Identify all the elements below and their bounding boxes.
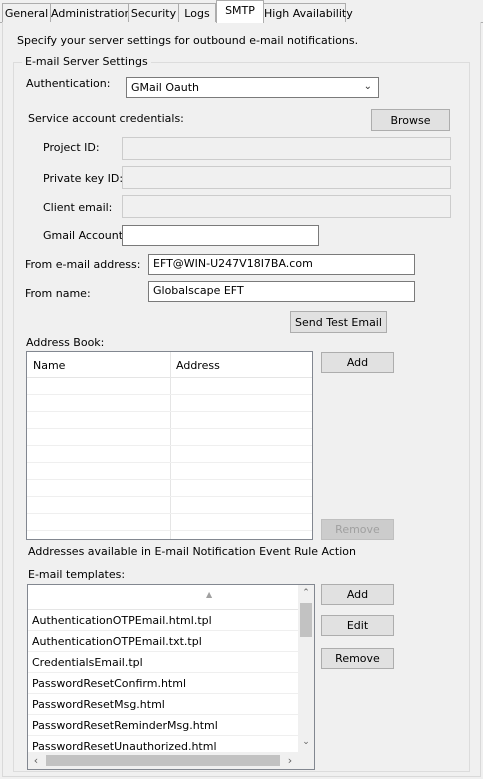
horizontal-scroll-thumb[interactable] — [46, 755, 280, 766]
grid-row-line — [27, 428, 312, 429]
tab-security[interactable]: Security — [128, 3, 179, 23]
from-email-label: From e-mail address: — [25, 258, 141, 271]
tab-label: High Availability — [264, 7, 353, 20]
address-book-note: Addresses available in E-mail Notificati… — [28, 545, 356, 558]
address-book-label: Address Book: — [26, 336, 105, 349]
authentication-label: Authentication: — [26, 77, 111, 90]
scroll-right-arrow-icon[interactable]: › — [284, 754, 296, 767]
email-templates-list[interactable]: ▲ AuthenticationOTPEmail.html.tpl Authen… — [27, 584, 315, 770]
horizontal-scrollbar[interactable]: ‹ › — [28, 752, 314, 769]
client-email-label: Client email: — [43, 201, 113, 214]
list-item[interactable]: PasswordResetConfirm.html — [28, 673, 300, 694]
template-remove-button[interactable]: Remove — [321, 648, 394, 669]
from-name-input[interactable]: Globalscape EFT — [148, 281, 415, 302]
tab-label: General — [4, 7, 49, 20]
from-name-label: From name: — [25, 287, 91, 300]
grid-row-line — [27, 462, 312, 463]
column-header-address[interactable]: Address — [176, 359, 220, 372]
address-add-button[interactable]: Add — [321, 352, 394, 373]
send-test-email-button[interactable]: Send Test Email — [290, 311, 387, 333]
address-remove-button[interactable]: Remove — [321, 519, 394, 540]
list-item[interactable]: CredentialsEmail.tpl — [28, 652, 300, 673]
group-title: E-mail Server Settings — [22, 55, 151, 68]
template-edit-button[interactable]: Edit — [321, 615, 394, 636]
private-key-id-input[interactable] — [122, 166, 451, 189]
tab-strip: General Administration Security Logs SMT… — [0, 0, 483, 23]
scroll-up-arrow-icon[interactable]: ⌃ — [298, 588, 314, 598]
list-item[interactable]: PasswordResetMsg.html — [28, 694, 300, 715]
grid-row-line — [27, 394, 312, 395]
column-header-name[interactable]: Name — [33, 359, 65, 372]
tab-logs[interactable]: Logs — [178, 3, 216, 23]
address-book-grid[interactable]: Name Address — [26, 351, 313, 540]
tab-high-availability[interactable]: High Availability — [263, 3, 353, 23]
project-id-label: Project ID: — [43, 141, 100, 154]
scroll-down-arrow-icon[interactable]: ⌄ — [298, 737, 314, 747]
gmail-account-label: Gmail Account: — [43, 229, 127, 242]
vertical-scrollbar[interactable]: ⌃ ⌄ — [298, 585, 314, 752]
authentication-value: GMail Oauth — [131, 81, 200, 94]
tab-label: Logs — [184, 7, 210, 20]
list-item[interactable]: PasswordResetReminderMsg.html — [28, 715, 300, 736]
sort-arrow-icon: ▲ — [206, 590, 213, 599]
tab-label: SMTP — [225, 4, 255, 17]
tab-administration[interactable]: Administration — [50, 3, 132, 23]
email-templates-label: E-mail templates: — [28, 568, 126, 581]
tab-label: Security — [130, 7, 177, 20]
list-header[interactable]: ▲ — [28, 585, 300, 610]
description-text: Specify your server settings for outboun… — [17, 34, 359, 47]
from-email-input[interactable]: EFT@WIN-U247V18I7BA.com — [148, 254, 415, 275]
chevron-down-icon: ⌄ — [363, 81, 372, 92]
gmail-account-input[interactable] — [122, 225, 319, 246]
list-item[interactable]: AuthenticationOTPEmail.txt.tpl — [28, 631, 300, 652]
grid-row-line — [27, 445, 312, 446]
authentication-select[interactable]: GMail Oauth ⌄ — [126, 77, 379, 98]
client-email-input[interactable] — [122, 195, 451, 218]
tab-general[interactable]: General — [2, 3, 51, 23]
grid-row-line — [27, 411, 312, 412]
grid-row-line — [27, 496, 312, 497]
tab-label: Administration — [51, 7, 132, 20]
template-add-button[interactable]: Add — [321, 584, 394, 605]
browse-button[interactable]: Browse — [371, 109, 450, 131]
vertical-scroll-thumb[interactable] — [300, 603, 312, 637]
list-item[interactable]: AuthenticationOTPEmail.html.tpl — [28, 610, 300, 631]
private-key-id-label: Private key ID: — [43, 172, 124, 185]
tab-smtp[interactable]: SMTP — [216, 0, 264, 23]
service-credentials-label: Service account credentials: — [28, 112, 184, 125]
scroll-left-arrow-icon[interactable]: ‹ — [30, 754, 42, 767]
grid-row-line — [27, 513, 312, 514]
grid-row-line — [27, 530, 312, 531]
grid-row-line — [27, 479, 312, 480]
project-id-input[interactable] — [122, 137, 451, 160]
